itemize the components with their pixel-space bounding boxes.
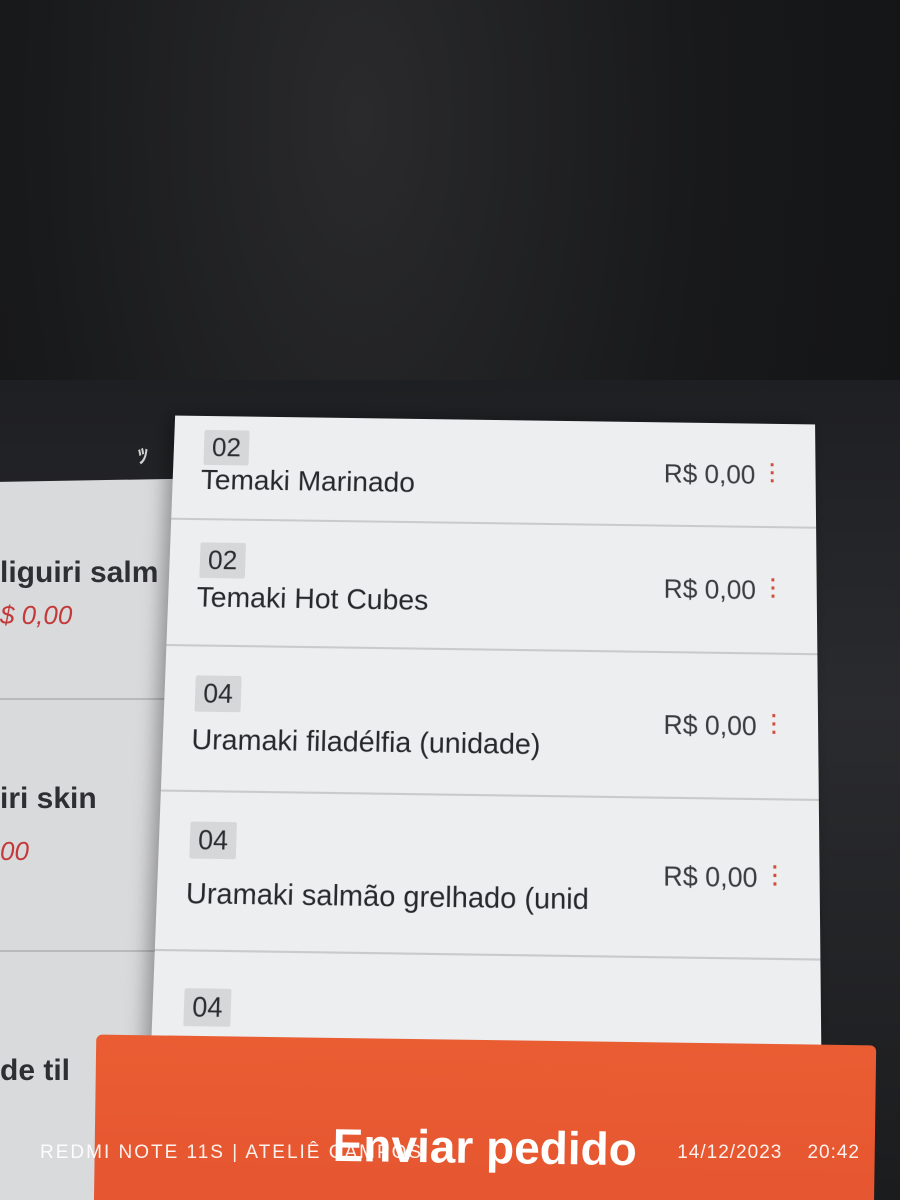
background-item-name[interactable]: de til: [0, 1054, 70, 1088]
item-price: R$ 0,00: [663, 708, 757, 742]
item-price: R$ 0,00: [663, 860, 758, 894]
order-item-row[interactable]: 04 Uramaki filadélfia (unidade) R$ 0,00 …: [160, 646, 819, 801]
order-item-row[interactable]: 04 Uramaki salmão grelhado (unid R$ 0,00…: [154, 791, 821, 961]
item-price: R$ 0,00: [663, 458, 756, 490]
background-item-name[interactable]: liguiri salm: [0, 556, 158, 590]
item-name: Temaki Marinado: [200, 463, 416, 498]
watermark-time: 20:42: [807, 1142, 860, 1163]
order-item-row[interactable]: 02 Temaki Marinado R$ 0,00 · · ·: [171, 415, 817, 529]
photo-scene: ﾂ liguiri salm $ 0,00 iri skin 00 de til…: [0, 0, 900, 1200]
item-name: Uramaki filadélfia (unidade): [190, 723, 541, 761]
order-item-row[interactable]: 02 Temaki Hot Cubes R$ 0,00 · · ·: [166, 519, 818, 656]
more-options-icon[interactable]: · · ·: [769, 455, 776, 493]
item-quantity: 04: [189, 821, 237, 860]
send-order-button[interactable]: Enviar pedido: [93, 1034, 877, 1200]
item-quantity: 02: [203, 429, 250, 466]
more-options-icon[interactable]: · · ·: [770, 570, 777, 609]
item-quantity: 02: [199, 542, 246, 579]
item-name: Temaki Hot Cubes: [196, 580, 429, 616]
watermark-date: 14/12/2023: [677, 1142, 783, 1163]
item-quantity: 04: [194, 675, 242, 713]
camera-watermark-datetime: 14/12/2023 20:42: [677, 1142, 860, 1164]
background-item-price: 00: [0, 836, 29, 866]
camera-watermark-device: REDMI NOTE 11S | ATELIÊ CAMPOS: [40, 1142, 424, 1163]
item-quantity: 04: [183, 988, 232, 1027]
more-options-icon[interactable]: · · ·: [772, 856, 779, 897]
more-options-icon[interactable]: · · ·: [771, 705, 778, 745]
background-item-price: $ 0,00: [0, 600, 73, 630]
background-item-name[interactable]: iri skin: [0, 782, 97, 816]
item-name: Uramaki salmão grelhado (unid: [185, 876, 589, 916]
item-price: R$ 0,00: [663, 573, 757, 606]
